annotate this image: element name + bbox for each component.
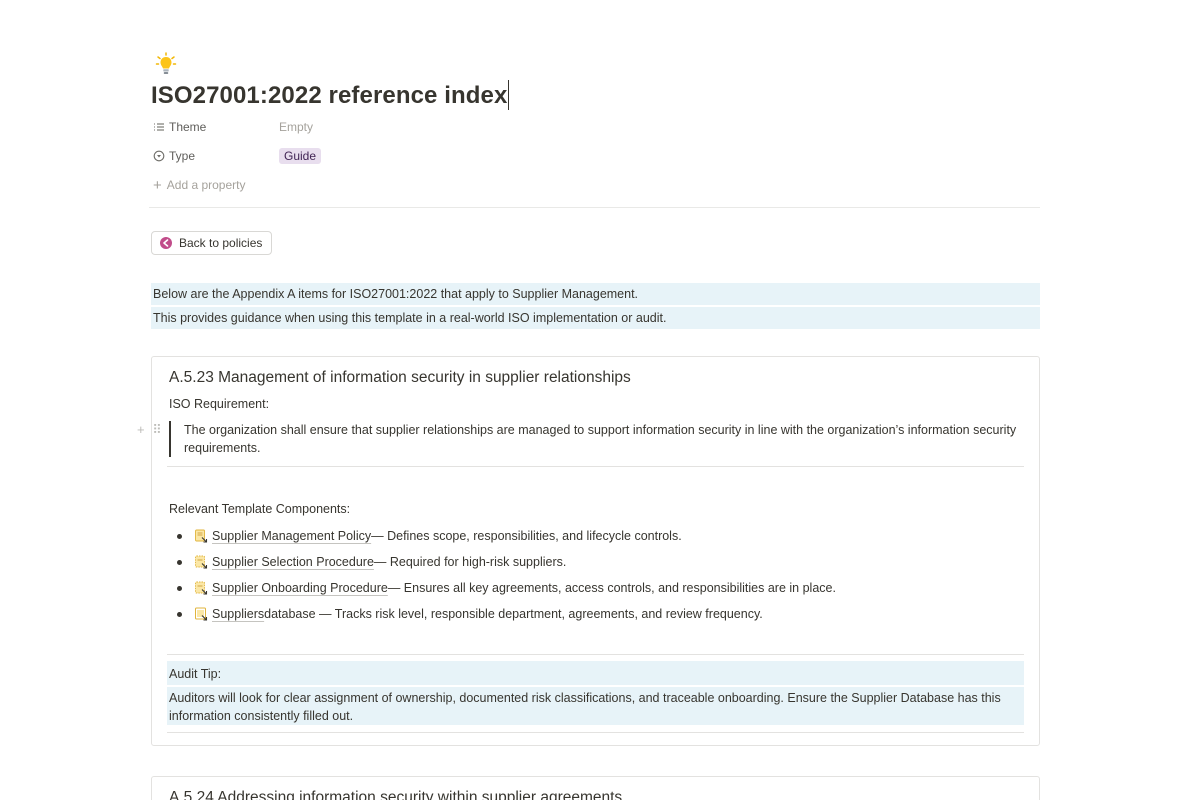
back-to-policies-button[interactable]: Back to policies <box>151 231 273 255</box>
bullet <box>177 611 182 617</box>
section-heading[interactable]: A.5.24 Addressing information security w… <box>169 789 622 800</box>
section-divider <box>167 732 1024 733</box>
section-card-a524: A.5.24 Addressing information security w… <box>151 776 1040 800</box>
property-type-label: Type <box>169 149 196 163</box>
section-heading[interactable]: A.5.23 Management of information securit… <box>169 369 631 387</box>
list-item: Supplier Management Policy — Defines sco… <box>174 523 1014 549</box>
list-item-text: — Required for high-risk suppliers. <box>373 555 567 569</box>
add-property-button[interactable]: + Add a property <box>153 174 245 196</box>
audit-tip-title: Audit Tip: <box>167 661 1024 685</box>
section-card-a523: A.5.23 Management of information securit… <box>137 356 1040 746</box>
plus-icon: + <box>153 176 162 194</box>
arrow-left-circle-icon <box>160 237 172 249</box>
list-icon <box>154 123 164 131</box>
list-item-text: — Defines scope, responsibilities, and l… <box>371 529 682 543</box>
add-property-label: Add a property <box>166 178 246 192</box>
block-drag-handle-icon[interactable]: + ⠿ <box>137 422 164 438</box>
bullet <box>177 559 182 565</box>
requirement-quote[interactable]: The organization shall ensure that suppl… <box>169 421 1024 457</box>
back-button-label: Back to policies <box>179 236 263 250</box>
type-tag-guide[interactable]: Guide <box>279 148 322 164</box>
linked-database-icon <box>195 607 208 621</box>
supplier-selection-procedure-link[interactable]: Supplier Selection Procedure <box>212 555 374 569</box>
property-theme-value[interactable]: Empty <box>279 120 313 134</box>
list-item: Suppliers database — Tracks risk level, … <box>174 601 1014 627</box>
page-title[interactable]: ISO27001:2022 reference index <box>151 80 510 110</box>
intro-line-2: This provides guidance when using this t… <box>151 307 1040 329</box>
list-item-text: — Ensures all key agreements, access con… <box>387 581 836 595</box>
lightbulb-icon[interactable] <box>155 51 177 77</box>
suppliers-database-link[interactable]: Suppliers <box>212 607 264 621</box>
iso-requirement-label: ISO Requirement: <box>169 397 270 411</box>
list-item: Supplier Selection Procedure — Required … <box>174 549 1014 575</box>
section-divider <box>167 466 1024 467</box>
supplier-management-policy-link[interactable]: Supplier Management Policy <box>212 529 371 543</box>
list-item-text: database — Tracks risk level, responsibl… <box>264 607 763 621</box>
supplier-onboarding-procedure-link[interactable]: Supplier Onboarding Procedure <box>212 581 388 595</box>
property-theme-label: Theme <box>169 120 207 134</box>
text-caret <box>508 80 510 110</box>
linked-page-icon <box>195 581 208 595</box>
bullet <box>177 533 182 539</box>
property-theme[interactable]: Theme Empty <box>153 116 313 138</box>
components-label: Relevant Template Components: <box>169 502 351 516</box>
linked-page-icon <box>195 555 208 569</box>
properties-divider <box>149 207 1040 208</box>
bullet <box>177 585 182 591</box>
linked-page-icon <box>195 529 208 543</box>
list-item: Supplier Onboarding Procedure — Ensures … <box>174 575 1014 601</box>
select-circle-icon <box>153 150 165 162</box>
section-divider <box>167 654 1024 655</box>
audit-tip-body: Auditors will look for clear assignment … <box>167 687 1024 725</box>
components-list: Supplier Management Policy — Defines sco… <box>174 523 1014 627</box>
intro-line-1: Below are the Appendix A items for ISO27… <box>151 283 1040 305</box>
property-type[interactable]: Type Guide <box>153 145 322 167</box>
